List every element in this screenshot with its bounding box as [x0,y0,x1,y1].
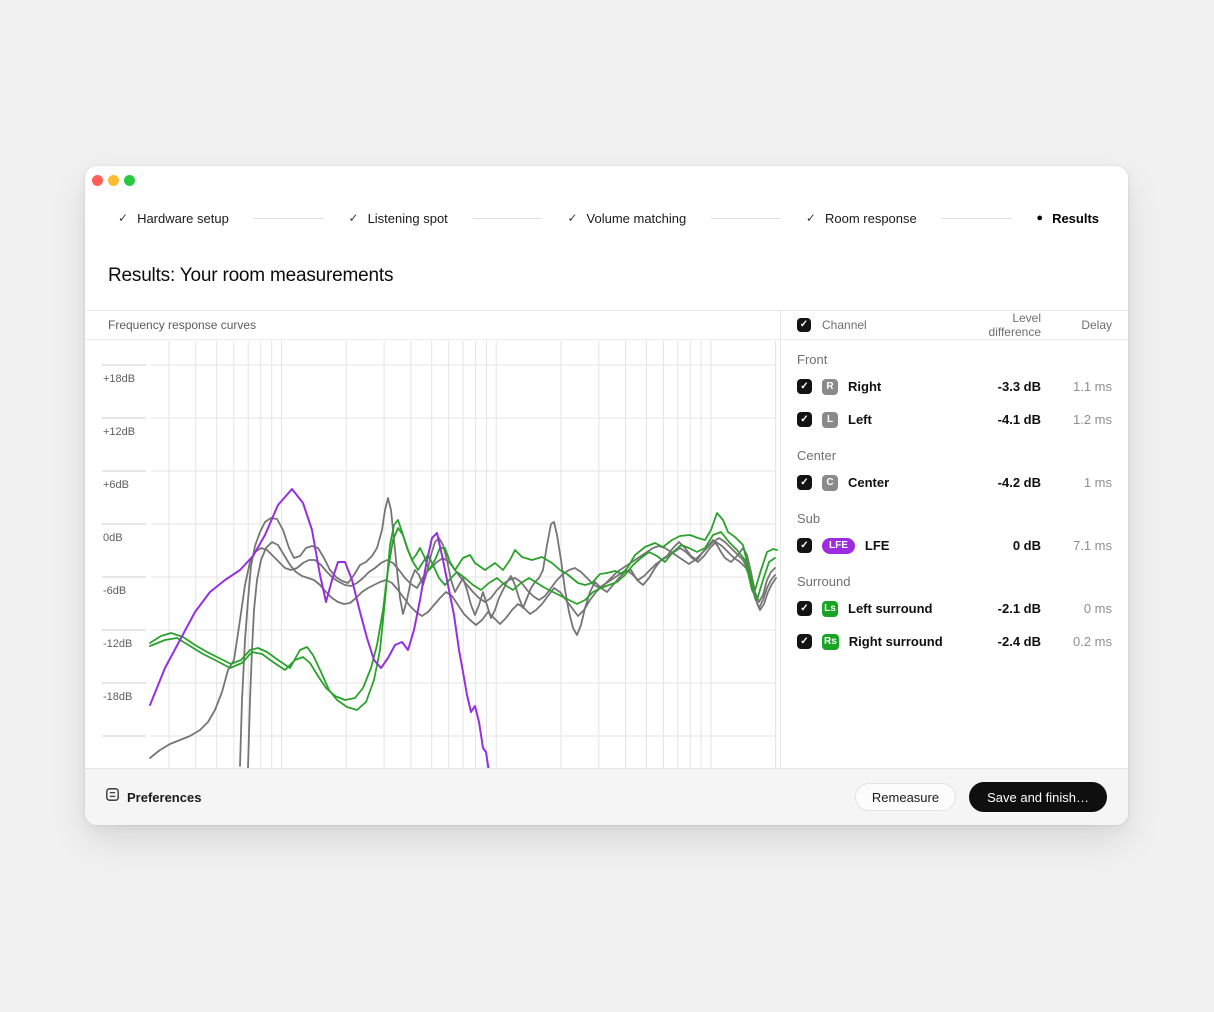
column-level-difference: Level difference [961,311,1041,339]
window-controls [92,175,135,186]
stepper-connector [254,218,324,219]
measurement-window: ✓ Hardware setup ✓ Listening spot ✓ Volume ma… [85,166,1128,825]
channel-row-center: ✓ C Center -4.2 dB1 ms [797,466,1112,499]
channel-badge: L [822,412,838,428]
channel-name: Left [848,412,872,427]
y-tick-label: -12dB [103,638,132,650]
y-tick-label: -6dB [103,585,126,597]
y-tick-label: +6dB [103,479,129,491]
step-results: ● Results [1036,211,1099,226]
channel-name: Right [848,379,881,394]
y-tick-label: 0dB [103,532,123,544]
curve-right [240,498,775,766]
level-difference-value: -4.1 dB [961,412,1041,427]
channel-name: Center [848,475,889,490]
check-icon: ✓ [806,212,816,224]
channel-name: Right surround [849,634,943,649]
channel-checkbox[interactable]: ✓ [797,634,812,649]
curve-center [248,542,776,768]
channel-badge: LFE [822,538,855,554]
channel-checkbox[interactable]: ✓ [797,379,812,394]
stepper: ✓ Hardware setup ✓ Listening spot ✓ Volume ma… [118,206,1099,230]
check-icon: ✓ [349,212,359,224]
remeasure-button[interactable]: Remeasure [855,783,956,811]
column-delay: Delay [1041,318,1112,332]
y-tick-label: -18dB [103,691,132,703]
check-icon: ✓ [118,212,128,224]
step-label: Room response [825,211,917,226]
channel-badge: C [822,475,838,491]
delay-value: 7.1 ms [1041,538,1112,553]
stepper-connector [711,218,781,219]
close-button[interactable] [92,175,103,186]
level-difference-value: 0 dB [961,538,1041,553]
delay-value: 1.2 ms [1041,412,1112,427]
delay-value: 1.1 ms [1041,379,1112,394]
step-listening-spot: ✓ Listening spot [349,211,448,226]
channel-table-header: ✓ Channel Level difference Delay [781,310,1128,340]
channel-checkbox[interactable]: ✓ [797,475,812,490]
step-room-response: ✓ Room response [806,211,917,226]
channel-checkbox[interactable]: ✓ [797,601,812,616]
delay-value: 0 ms [1041,601,1112,616]
current-step-dot-icon: ● [1036,213,1043,224]
group-label-front: Front [797,350,1112,370]
channel-checkbox[interactable]: ✓ [797,412,812,427]
preferences-label: Preferences [127,790,201,805]
column-channel: Channel [822,318,867,332]
y-axis: +18dB +12dB +6dB 0dB -6dB -12dB -18dB [102,365,146,736]
zoom-button[interactable] [124,175,135,186]
grid [151,341,776,768]
channel-badge: R [822,379,838,395]
level-difference-value: -4.2 dB [961,475,1041,490]
group-label-center: Center [797,446,1112,466]
channel-row-left: ✓ L Left -4.1 dB1.2 ms [797,403,1112,436]
step-label: Hardware setup [137,211,229,226]
step-volume-matching: ✓ Volume matching [567,211,686,226]
step-label: Results [1052,211,1099,226]
step-hardware-setup: ✓ Hardware setup [118,211,229,226]
channel-row-right-surround: ✓ Rs Right surround -2.4 dB0.2 ms [797,625,1112,658]
delay-value: 1 ms [1041,475,1112,490]
page: { "window": { "traffic_lights": { "close… [0,0,1214,1012]
y-tick-label: +12dB [103,426,135,438]
channel-name: Left surround [848,601,933,616]
channel-name: LFE [865,538,890,553]
stepper-connector [942,218,1012,219]
group-label-sub: Sub [797,509,1112,529]
channel-row-right: ✓ R Right -3.3 dB1.1 ms [797,370,1112,403]
level-difference-value: -2.4 dB [961,634,1041,649]
channel-groups: Front ✓ R Right -3.3 dB1.1 ms ✓ L Left -4.1 dB1.… [781,340,1128,768]
stepper-connector [473,218,543,219]
delay-value: 0.2 ms [1041,634,1112,649]
channel-row-left-surround: ✓ Ls Left surround -2.1 dB0 ms [797,592,1112,625]
preferences-button[interactable]: Preferences [106,788,201,806]
level-difference-value: -3.3 dB [961,379,1041,394]
curve-lfe [150,489,489,768]
group-label-surround: Surround [797,572,1112,592]
footer-bar: Preferences Remeasure Save and finish… [85,768,1128,825]
step-label: Volume matching [587,211,687,226]
channel-checkbox[interactable]: ✓ [797,538,812,553]
select-all-checkbox[interactable]: ✓ [797,318,811,332]
minimize-button[interactable] [108,175,119,186]
frequency-chart: +18dB +12dB +6dB 0dB -6dB -12dB -18dB [85,310,780,768]
level-difference-value: -2.1 dB [961,601,1041,616]
channel-badge: Rs [822,634,839,650]
y-tick-label: +18dB [103,373,135,385]
preferences-icon [106,788,119,806]
step-label: Listening spot [368,211,448,226]
page-title: Results: Your room measurements [108,265,393,287]
save-and-finish-button[interactable]: Save and finish… [969,782,1107,812]
channel-row-lfe: ✓ LFE LFE 0 dB7.1 ms [797,529,1112,562]
channel-badge: Ls [822,601,838,617]
frequency-response-chart: +18dB +12dB +6dB 0dB -6dB -12dB -18dB [85,310,780,768]
check-icon: ✓ [567,212,577,224]
